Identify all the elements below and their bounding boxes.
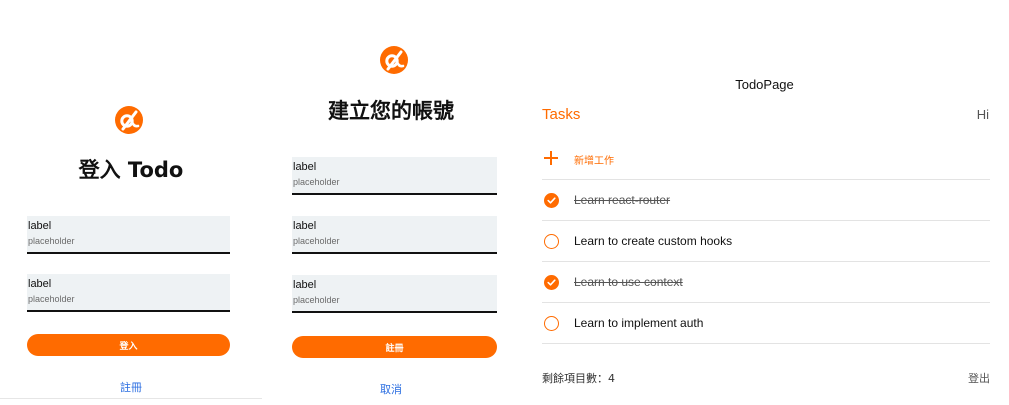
empty-circle-icon[interactable] [544, 234, 559, 249]
checkmark-circle-icon[interactable] [544, 193, 559, 208]
checkmark-circle-icon[interactable] [544, 275, 559, 290]
task-item[interactable]: Learn to create custom hooks [542, 221, 990, 262]
add-task-label: 新增工作 [574, 156, 614, 167]
text-input[interactable] [27, 232, 230, 250]
field-label: label [28, 220, 52, 232]
text-input[interactable] [292, 291, 497, 309]
empty-circle-icon[interactable] [544, 316, 559, 331]
logout-link[interactable]: 登出 [968, 370, 990, 386]
login-panel: 登入 Todo label label 登入 註冊 [0, 0, 262, 405]
brand-logo-icon [115, 106, 143, 134]
tasks-heading: Tasks [542, 106, 581, 123]
field-label: label [293, 220, 317, 232]
todo-panel: TodoPage Tasks Hi 新增工作 Learn react-route… [520, 0, 1009, 405]
brand-logo-icon [380, 46, 408, 74]
task-item[interactable]: Learn to implement auth [542, 303, 990, 344]
page-title: 登入 Todo [78, 158, 184, 182]
cancel-link[interactable]: 取消 [262, 381, 520, 397]
register-field-3[interactable]: label [292, 275, 497, 313]
field-label: label [293, 161, 317, 173]
task-item[interactable]: Learn react-router [542, 180, 990, 221]
register-button[interactable]: 註冊 [292, 336, 497, 358]
text-input[interactable] [27, 290, 230, 308]
add-task-row[interactable]: 新增工作 [542, 146, 990, 180]
plus-icon[interactable] [544, 151, 558, 165]
login-field-2[interactable]: label [27, 274, 230, 312]
task-item[interactable]: Learn to use context [542, 262, 990, 303]
greeting: Hi [976, 107, 989, 122]
register-panel: 建立您的帳號 label label label 註冊 取消 [262, 0, 520, 405]
text-input[interactable] [292, 232, 497, 250]
task-text: Learn to use context [574, 275, 683, 289]
page-title: 建立您的帳號 [328, 99, 454, 123]
register-link[interactable]: 註冊 [0, 379, 262, 395]
remaining-count: 剩餘項目數：4 [542, 372, 615, 385]
task-text: Learn to create custom hooks [574, 234, 733, 248]
register-field-2[interactable]: label [292, 216, 497, 254]
register-field-1[interactable]: label [292, 157, 497, 195]
divider [0, 398, 262, 399]
task-text: Learn react-router [574, 193, 671, 207]
field-label: label [293, 279, 317, 291]
field-label: label [28, 278, 52, 290]
page-title: TodoPage [735, 77, 794, 92]
text-input[interactable] [292, 173, 497, 191]
task-text: Learn to implement auth [574, 316, 704, 330]
login-button[interactable]: 登入 [27, 334, 230, 356]
login-field-1[interactable]: label [27, 216, 230, 254]
